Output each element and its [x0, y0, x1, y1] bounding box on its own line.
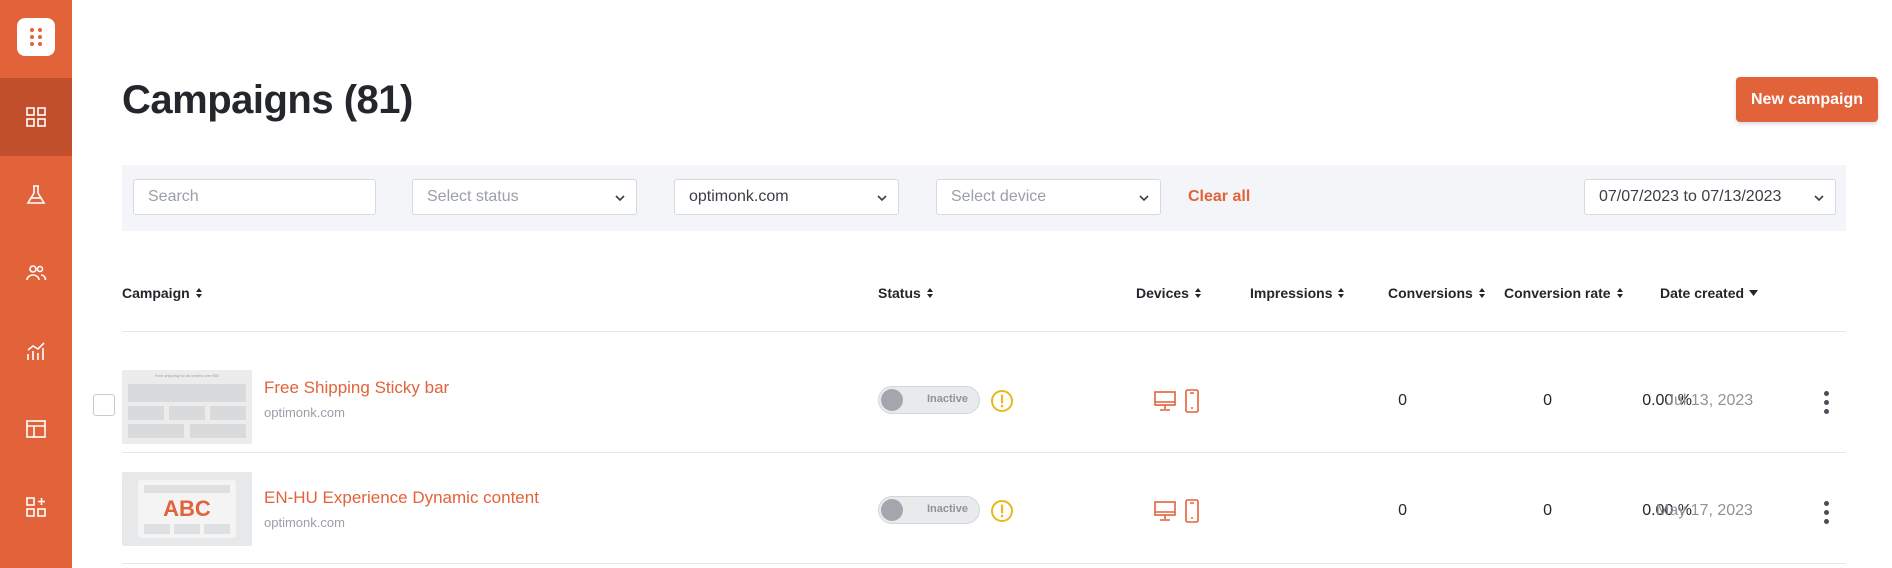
header-conversion-rate-label: Conversion rate — [1504, 285, 1611, 301]
warning-icon[interactable] — [990, 499, 1014, 523]
row-divider — [122, 563, 1846, 564]
sidebar-item-experiments[interactable] — [0, 156, 72, 234]
campaign-name-link[interactable]: EN-HU Experience Dynamic content — [264, 488, 539, 508]
conversions-value: 0 — [1543, 392, 1552, 409]
table-divider — [122, 331, 1846, 332]
impressions-value: 0 — [1398, 502, 1407, 519]
device-select[interactable]: Select device — [936, 179, 1161, 215]
users-icon — [26, 265, 47, 281]
header-campaign-label: Campaign — [122, 285, 190, 301]
header-status-label: Status — [878, 285, 921, 301]
sort-icon — [1194, 288, 1201, 298]
status-toggle[interactable]: Inactive — [878, 496, 980, 524]
table-row: ABC EN-HU Experience Dynamic content opt… — [72, 453, 1892, 563]
thumbnail-caption: ABC — [163, 496, 211, 521]
sort-icon — [1478, 288, 1485, 298]
layout-icon — [26, 420, 46, 438]
header-impressions-label: Impressions — [1250, 285, 1333, 301]
header-conversions[interactable]: Conversions — [1388, 285, 1486, 301]
chevron-down-icon — [877, 195, 887, 202]
desktop-icon — [1154, 501, 1176, 521]
header-campaign[interactable]: Campaign — [122, 285, 203, 301]
search-placeholder: Search — [148, 188, 199, 205]
campaign-thumbnail[interactable]: ABC — [122, 472, 252, 546]
campaign-domain: optimonk.com — [264, 405, 345, 420]
warning-icon[interactable] — [990, 389, 1014, 413]
header-status[interactable]: Status — [878, 285, 934, 301]
impressions-value: 0 — [1398, 392, 1407, 409]
chevron-down-icon — [1139, 195, 1149, 202]
sort-icon — [1338, 288, 1345, 298]
main-content: Campaigns (81) New campaign Search Selec… — [72, 0, 1892, 568]
header-date-created[interactable]: Date created — [1660, 285, 1759, 301]
clear-all-link[interactable]: Clear all — [1188, 188, 1250, 206]
filter-bar: Search Select status optimonk.com Select… — [122, 165, 1846, 231]
toggle-knob — [881, 389, 903, 411]
mobile-icon — [1185, 499, 1199, 523]
sort-desc-icon — [1749, 290, 1759, 296]
dashboard-icon — [26, 107, 46, 127]
row-checkbox[interactable] — [93, 394, 115, 416]
status-label: Inactive — [927, 503, 968, 515]
status-toggle[interactable]: Inactive — [878, 386, 980, 414]
sidebar-item-analytics[interactable] — [0, 312, 72, 390]
campaign-thumbnail[interactable]: Free shipping for all orders over $50 — [122, 370, 252, 444]
header-devices-label: Devices — [1136, 285, 1189, 301]
domain-value: optimonk.com — [689, 188, 789, 205]
search-input[interactable]: Search — [133, 179, 376, 215]
analytics-icon — [27, 342, 45, 360]
chevron-down-icon — [615, 195, 625, 202]
date-created-value: May 17, 2023 — [1656, 502, 1753, 519]
header-date-created-label: Date created — [1660, 285, 1745, 301]
mobile-icon — [1185, 389, 1199, 413]
device-placeholder: Select device — [951, 188, 1047, 205]
campaign-domain: optimonk.com — [264, 515, 345, 530]
sidebar-item-dashboard[interactable] — [0, 78, 72, 156]
header-devices[interactable]: Devices — [1136, 285, 1202, 301]
toggle-knob — [881, 499, 903, 521]
sort-icon — [1616, 288, 1623, 298]
domain-select[interactable]: optimonk.com — [674, 179, 899, 215]
flask-icon — [26, 185, 46, 204]
thumbnail-caption: Free shipping for all orders over $50 — [154, 373, 220, 378]
status-label: Inactive — [927, 393, 968, 405]
date-range-value: 07/07/2023 to 07/13/2023 — [1599, 188, 1782, 205]
add-widget-icon — [26, 497, 46, 517]
header-impressions[interactable]: Impressions — [1250, 285, 1345, 301]
sort-icon — [926, 288, 933, 298]
chevron-down-icon — [1814, 195, 1824, 202]
page-title: Campaigns (81) — [122, 78, 413, 122]
app-logo-icon[interactable] — [17, 18, 55, 56]
desktop-icon — [1154, 391, 1176, 411]
row-actions-menu-icon[interactable] — [1816, 388, 1836, 416]
status-select[interactable]: Select status — [412, 179, 637, 215]
new-campaign-button[interactable]: New campaign — [1736, 77, 1878, 122]
header-conversion-rate[interactable]: Conversion rate — [1504, 285, 1624, 301]
header-conversions-label: Conversions — [1388, 285, 1473, 301]
date-created-value: Jul 13, 2023 — [1666, 392, 1754, 409]
table-row: Free shipping for all orders over $50 Fr… — [72, 342, 1892, 452]
campaign-name-link[interactable]: Free Shipping Sticky bar — [264, 378, 449, 398]
sort-icon — [195, 288, 202, 298]
conversions-value: 0 — [1543, 502, 1552, 519]
sidebar — [0, 0, 72, 568]
status-placeholder: Select status — [427, 188, 519, 205]
sidebar-item-integrations[interactable] — [0, 468, 72, 546]
sidebar-item-audiences[interactable] — [0, 234, 72, 312]
row-actions-menu-icon[interactable] — [1816, 498, 1836, 526]
date-range-select[interactable]: 07/07/2023 to 07/13/2023 — [1584, 179, 1836, 215]
sidebar-item-templates[interactable] — [0, 390, 72, 468]
